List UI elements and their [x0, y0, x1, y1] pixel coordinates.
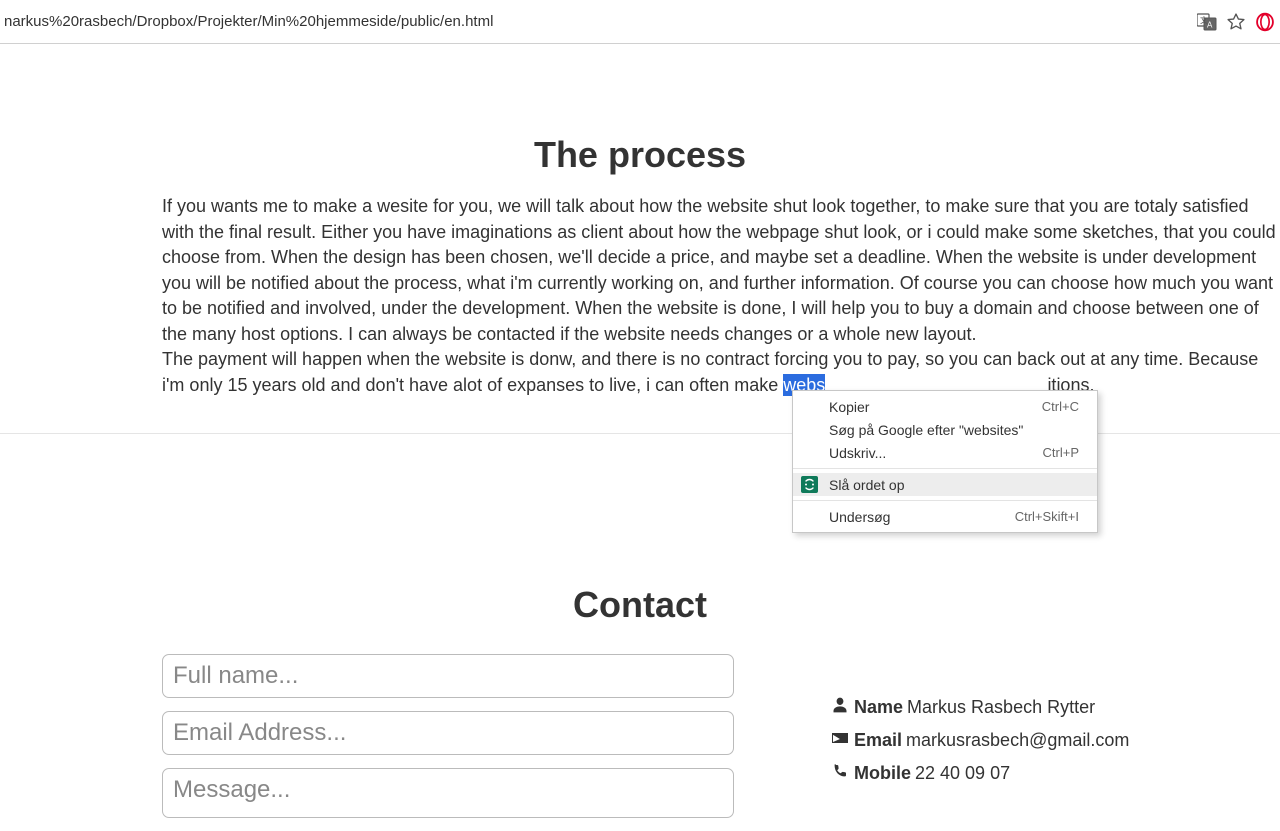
- context-menu-lookup-word[interactable]: Slå ordet op: [793, 473, 1097, 496]
- person-icon: [832, 697, 852, 718]
- info-name-value: Markus Rasbech Rytter: [907, 697, 1095, 718]
- context-menu-google-label: Søg på Google efter "websites": [829, 422, 1023, 438]
- context-menu-google-search[interactable]: Søg på Google efter "websites": [793, 418, 1097, 441]
- context-menu-print-label: Udskriv...: [829, 445, 886, 461]
- process-paragraph-1: If you wants me to make a wesite for you…: [0, 194, 1280, 347]
- contact-info: Name Markus Rasbech Rytter Email markusr…: [738, 654, 1129, 831]
- context-menu-inspect-shortcut: Ctrl+Skift+I: [1015, 509, 1079, 524]
- toolbar-icon-group: 文 A: [1197, 12, 1280, 32]
- svg-text:A: A: [1207, 20, 1213, 29]
- context-menu: Kopier Ctrl+C Søg på Google efter "websi…: [792, 390, 1098, 533]
- context-menu-lookup-label: Slå ordet op: [829, 477, 905, 493]
- browser-toolbar: narkus%20rasbech/Dropbox/Projekter/Min%2…: [0, 0, 1280, 44]
- context-menu-separator: [793, 468, 1097, 469]
- contact-form: Full name... Email Address... Message...: [162, 654, 738, 831]
- email-input[interactable]: Email Address...: [162, 711, 734, 755]
- info-mobile-label: Mobile: [854, 763, 911, 784]
- message-input[interactable]: Message...: [162, 768, 734, 818]
- envelope-icon: [832, 730, 852, 751]
- context-menu-inspect-label: Undersøg: [829, 509, 890, 525]
- contact-columns: Full name... Email Address... Message...…: [0, 654, 1280, 831]
- context-menu-copy-label: Kopier: [829, 399, 869, 415]
- dictionary-icon: [801, 476, 818, 493]
- context-menu-print-shortcut: Ctrl+P: [1043, 445, 1079, 460]
- context-menu-inspect[interactable]: Undersøg Ctrl+Skift+I: [793, 505, 1097, 528]
- info-name-label: Name: [854, 697, 903, 718]
- info-name-line: Name Markus Rasbech Rytter: [832, 697, 1129, 718]
- info-email-label: Email: [854, 730, 902, 751]
- translate-icon[interactable]: 文 A: [1197, 13, 1217, 31]
- info-email-value: markusrasbech@gmail.com: [906, 730, 1129, 751]
- phone-icon: [832, 763, 852, 784]
- info-email-line: Email markusrasbech@gmail.com: [832, 730, 1129, 751]
- info-mobile-value: 22 40 09 07: [915, 763, 1010, 784]
- context-menu-copy-shortcut: Ctrl+C: [1042, 399, 1079, 414]
- contact-heading: Contact: [0, 584, 1280, 626]
- process-heading: The process: [0, 134, 1280, 176]
- info-mobile-line: Mobile 22 40 09 07: [832, 763, 1129, 784]
- address-bar[interactable]: narkus%20rasbech/Dropbox/Projekter/Min%2…: [0, 13, 1197, 30]
- fullname-input[interactable]: Full name...: [162, 654, 734, 698]
- context-menu-copy[interactable]: Kopier Ctrl+C: [793, 395, 1097, 418]
- process-section: The process If you wants me to make a we…: [0, 134, 1280, 434]
- context-menu-print[interactable]: Udskriv... Ctrl+P: [793, 441, 1097, 464]
- bookmark-star-icon[interactable]: [1226, 12, 1246, 32]
- context-menu-separator-2: [793, 500, 1097, 501]
- opera-icon[interactable]: [1255, 12, 1275, 32]
